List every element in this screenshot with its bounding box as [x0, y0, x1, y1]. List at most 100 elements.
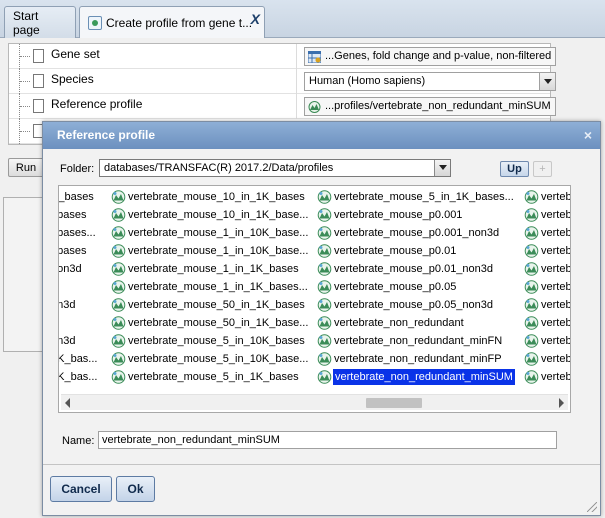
file-item[interactable]: verteb [524, 243, 571, 259]
scrollbar-thumb[interactable] [366, 398, 422, 408]
file-item[interactable]: vertebrate_mouse_1_in_1K_bases... [111, 279, 317, 295]
file-item[interactable]: vertebrate_mouse_p0.001_non3d [317, 225, 524, 241]
file-item[interactable]: verteb [524, 297, 570, 313]
resize-grip[interactable] [587, 502, 597, 512]
file-item[interactable]: vertebrate_mouse_10_in_1K_base... [111, 207, 317, 223]
profile-icon [111, 352, 126, 366]
reference-profile-dialog: Reference profile × Folder: databases/TR… [42, 121, 601, 516]
scroll-left-arrow[interactable] [65, 398, 70, 408]
file-item[interactable]: verteb [524, 369, 570, 385]
file-name: verteb [541, 191, 571, 203]
gene-set-field[interactable]: ...Genes, fold change and p-value, non-f… [304, 47, 556, 66]
chevron-down-icon[interactable] [539, 73, 555, 90]
species-select[interactable]: Human (Homo sapiens) [304, 72, 556, 91]
name-input[interactable] [98, 431, 557, 449]
reference-profile-field[interactable]: ...profiles/vertebrate_non_redundant_min… [304, 97, 556, 116]
file-item[interactable]: vertebrate_mouse_p0.01 [317, 243, 524, 259]
file-name: on3d [59, 335, 76, 347]
scroll-right-arrow[interactable] [559, 398, 564, 408]
file-item[interactable]: vertebrate_mouse_1_in_10K_base... [111, 225, 317, 241]
chevron-down-icon[interactable] [434, 160, 450, 176]
file-item[interactable]: vertebrate_mouse_p0.001 [317, 207, 524, 223]
file-item[interactable]: verteb [524, 207, 570, 223]
profile-icon [317, 226, 332, 240]
profile-icon [111, 370, 126, 384]
profile-icon [524, 262, 539, 276]
profile-icon [317, 190, 332, 204]
file-item[interactable]: on3d [59, 333, 111, 349]
file-item[interactable]: vertebrate_mouse_5_in_1K_bases... [317, 189, 524, 205]
name-label: Name: [62, 435, 95, 447]
file-item[interactable]: verteb [524, 315, 570, 331]
file-item[interactable]: non3d [59, 261, 111, 277]
file-name: vertebrate_non_redundant_minFP [334, 353, 502, 365]
dialog-title-bar[interactable]: Reference profile × [43, 122, 600, 149]
up-button[interactable]: Up [500, 161, 529, 177]
file-item[interactable]: vertebrate_mouse_p0.05_non3d [317, 297, 524, 313]
file-name: verteb [541, 245, 571, 257]
file-item[interactable]: on3d [59, 297, 111, 313]
horizontal-scrollbar[interactable] [61, 394, 568, 410]
file-item[interactable]: verteb [524, 333, 571, 349]
file-name: vertebrate_mouse_p0.05_non3d [334, 299, 494, 311]
file-item[interactable]: vertebrate_mouse_10_in_1K_bases [111, 189, 317, 205]
property-label: Gene set [51, 47, 100, 61]
tab-start-page[interactable]: Start page [4, 6, 76, 38]
file-item[interactable]: vertebrate_mouse_p0.01_non3d [317, 261, 524, 277]
profile-icon [111, 226, 126, 240]
close-tab-icon[interactable]: X [251, 11, 260, 27]
file-item[interactable] [59, 315, 111, 331]
file-item[interactable]: _bases [59, 243, 111, 259]
file-item[interactable]: vertebrate_mouse_5_in_1K_bases [111, 369, 317, 385]
file-name: vertebrate_mouse_50_in_1K_bases [128, 299, 305, 311]
file-item[interactable]: verteb [524, 189, 571, 205]
file-name: vertebrate_mouse_10_in_1K_base... [128, 209, 309, 221]
file-name: vertebrate_mouse_p0.001 [334, 209, 463, 221]
file-item[interactable]: vertebrate_non_redundant_minFN [317, 333, 524, 349]
file-item[interactable]: _bases... [59, 225, 111, 241]
file-item[interactable]: vertebrate_mouse_5_in_10K_bases [111, 333, 317, 349]
file-item[interactable]: K_bases [59, 189, 111, 205]
file-item[interactable]: verteb [524, 351, 571, 367]
profile-icon [317, 208, 332, 222]
profile-icon [524, 208, 539, 222]
file-item[interactable] [59, 279, 111, 295]
file-item[interactable]: verteb [524, 261, 570, 277]
file-item[interactable]: vertebrate_non_redundant_minFP [317, 351, 524, 367]
file-name: vertebrate_mouse_50_in_1K_base... [128, 317, 309, 329]
tab-bar: Start page Create profile from gene t...… [0, 0, 605, 38]
file-item[interactable]: 0K_bas... [59, 369, 111, 385]
file-item[interactable]: vertebrate_mouse_1_in_1K_bases [111, 261, 317, 277]
file-item[interactable]: vertebrate_mouse_50_in_1K_bases [111, 297, 317, 313]
cancel-button[interactable]: Cancel [50, 476, 112, 502]
file-item[interactable]: vertebrate_mouse_p0.05 [317, 279, 524, 295]
file-item[interactable]: vertebrate_mouse_5_in_10K_base... [111, 351, 317, 367]
file-name: verteb [541, 335, 571, 347]
file-item[interactable]: vertebrate_mouse_50_in_1K_base... [111, 315, 317, 331]
file-name: _bases... [59, 227, 96, 239]
profile-icon [111, 262, 126, 276]
profile-icon [317, 280, 332, 294]
file-item[interactable]: verteb [524, 225, 570, 241]
file-name: vertebrate_mouse_1_in_10K_base... [128, 227, 309, 239]
folder-select[interactable]: databases/TRANSFAC(R) 2017.2/Data/profil… [99, 159, 451, 177]
tab-create-profile[interactable]: Create profile from gene t... X [79, 6, 265, 38]
file-item[interactable]: verteb [524, 279, 570, 295]
file-list[interactable]: K_bases _bases _bases... _bases non3d on3d on3… [58, 185, 571, 413]
profile-icon [111, 334, 126, 348]
file-item[interactable]: vertebrate_non_redundant [317, 315, 524, 331]
run-button[interactable]: Run [8, 158, 44, 177]
file-name: vertebrate_mouse_5_in_1K_bases... [334, 191, 514, 203]
file-item[interactable]: vertebrate_mouse_1_in_10K_base... [111, 243, 317, 259]
file-item[interactable]: 0K_bas... [59, 351, 111, 367]
file-item[interactable]: vertebrate_non_redundant_minSUM [317, 369, 524, 385]
file-item[interactable]: _bases [59, 207, 111, 223]
ok-button[interactable]: Ok [116, 476, 155, 502]
property-row-gene-set: Gene set ...Genes, fold change and p-val… [9, 44, 556, 69]
new-folder-button[interactable]: + [533, 161, 552, 177]
profile-icon [317, 334, 332, 348]
close-icon[interactable]: × [584, 122, 592, 149]
profile-icon [111, 316, 126, 330]
tab-label: Start page [13, 8, 40, 37]
file-name: verteb [541, 353, 571, 365]
